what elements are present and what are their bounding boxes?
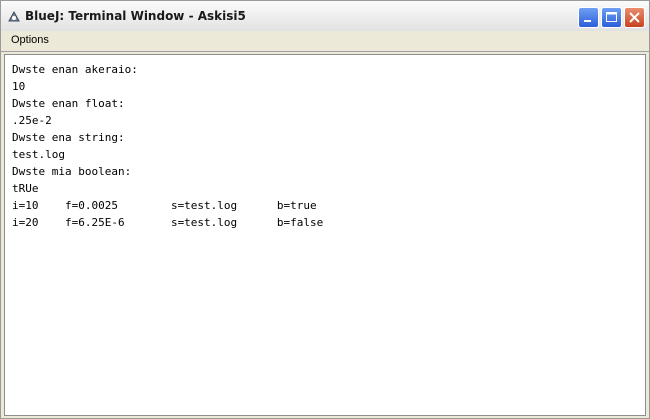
maximize-button[interactable] [601,7,622,28]
terminal-line: Dwste enan float: [12,97,125,110]
terminal-line: Dwste enan akeraio: [12,63,138,76]
minimize-button[interactable] [578,7,599,28]
bluej-app-icon [7,9,21,23]
title-bar[interactable]: BlueJ: Terminal Window - Askisi5 [1,1,649,32]
terminal-line: i=10 f=0.0025 s=test.log b=true [12,199,317,212]
close-icon [629,12,640,23]
maximize-icon [606,12,617,22]
window-title: BlueJ: Terminal Window - Askisi5 [25,9,246,23]
terminal-lines: Dwste enan akeraio: 10 Dwste enan float:… [12,61,323,231]
terminal-line: i=20 f=6.25E-6 s=test.log b=false [12,216,324,229]
minimize-icon [584,20,591,22]
terminal-line: 10 [12,80,26,93]
terminal-output[interactable]: Dwste enan akeraio: 10 Dwste enan float:… [4,54,646,416]
terminal-line: Dwste ena string: [12,131,125,144]
terminal-line: Dwste mia boolean: [12,165,132,178]
menu-bar: Options [1,31,649,52]
terminal-line: test.log [12,148,65,161]
close-button[interactable] [624,7,645,28]
terminal-line: tRUe [12,182,39,195]
terminal-window: BlueJ: Terminal Window - Askisi5 Options… [0,0,650,419]
menu-options[interactable]: Options [11,34,49,46]
terminal-line: .25e-2 [12,114,52,127]
